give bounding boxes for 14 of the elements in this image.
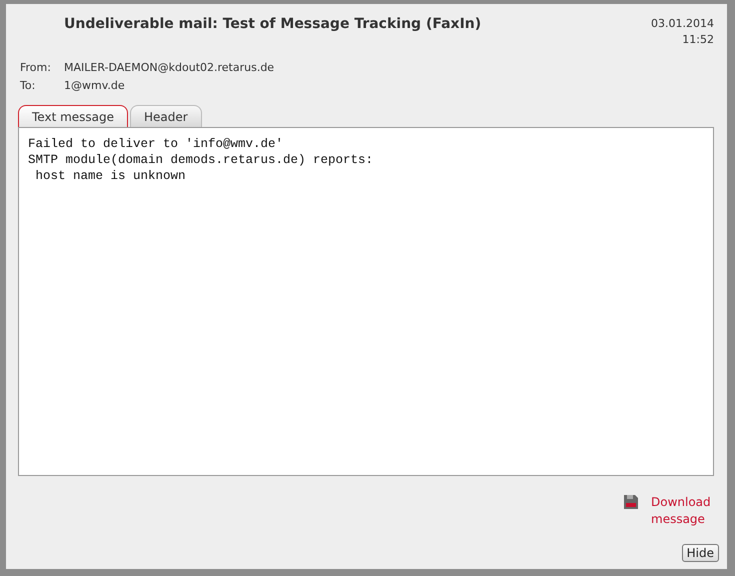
body-line: SMTP module(domain demods.retarus.de) reports: <box>28 152 374 168</box>
hide-button[interactable]: Hide <box>682 544 719 562</box>
field-label: From: <box>20 60 52 75</box>
tab[interactable]: Header <box>130 105 202 127</box>
message-subject: Undeliverable mail: Test of Message Tracking (FaxIn) <box>64 16 482 34</box>
download-link[interactable]: Download message <box>651 494 707 528</box>
message-time: 11:52 <box>682 32 714 48</box>
field-value: 1@wmv.de <box>64 78 126 93</box>
body-line: Failed to deliver to 'info@wmv.de' <box>28 136 284 152</box>
message-date: 03.01.2014 <box>651 16 714 32</box>
tab[interactable]: Text message <box>18 105 128 127</box>
body-line: host name is unknown <box>34 168 186 184</box>
field-value: MAILER-DAEMON@kdout02.retarus.de <box>64 60 274 75</box>
field-label: To: <box>20 78 36 93</box>
